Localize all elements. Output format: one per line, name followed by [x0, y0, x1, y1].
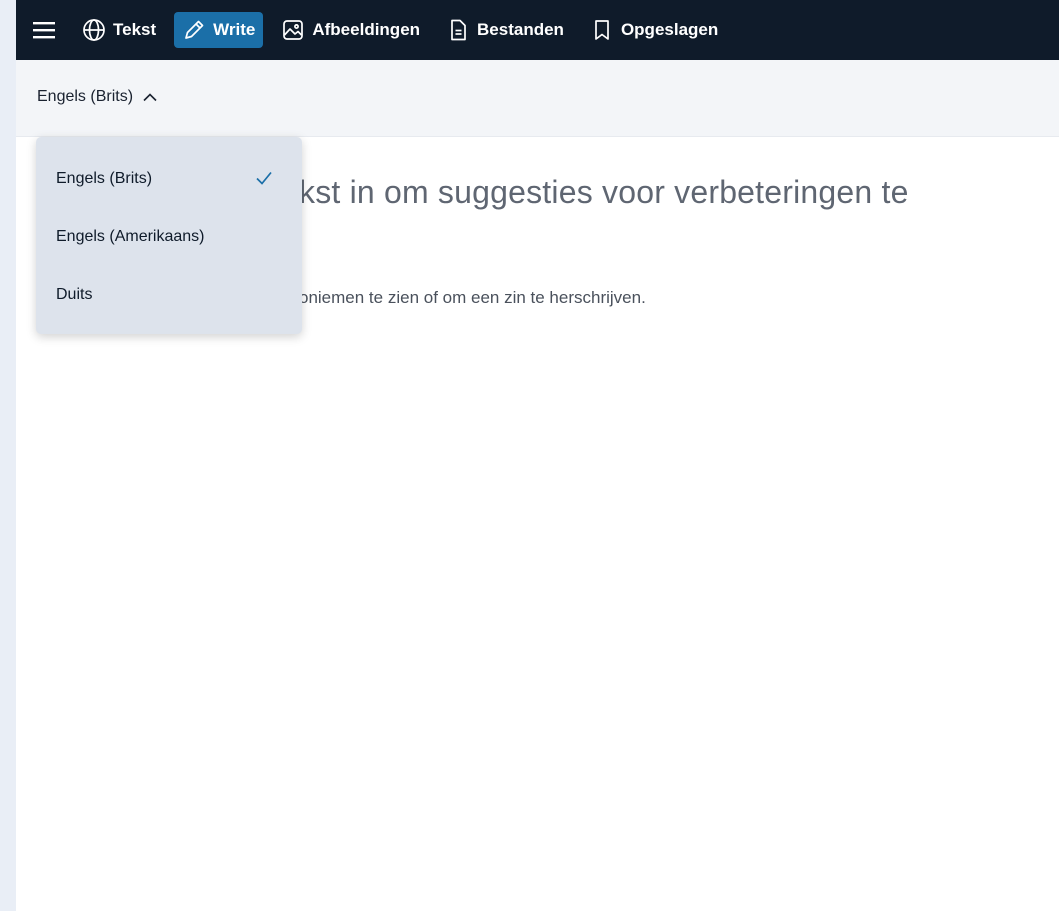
tab-label: Bestanden — [477, 20, 564, 39]
chevron-up-icon — [143, 93, 157, 102]
tab-bestanden[interactable]: Bestanden — [438, 12, 572, 48]
top-navigation-bar: Tekst Write Afbeeldingen Bestanden Opges… — [16, 0, 1059, 60]
image-icon — [283, 20, 304, 40]
language-dropdown-menu: Engels (Brits) Engels (Amerikaans) Duits — [36, 137, 302, 334]
dropdown-option-label: Engels (Brits) — [56, 170, 153, 187]
dropdown-option-engels-brits[interactable]: Engels (Brits) — [36, 159, 302, 217]
tab-label: Write — [213, 20, 256, 39]
tab-opgeslagen[interactable]: Opgeslagen — [582, 12, 726, 48]
globe-icon — [83, 19, 105, 41]
tab-label: Afbeeldingen — [312, 20, 421, 39]
language-toolbar: Engels (Brits) — [16, 60, 1059, 137]
language-selector-label: Engels (Brits) — [37, 88, 134, 105]
tab-afbeeldingen[interactable]: Afbeeldingen — [273, 12, 428, 48]
document-icon — [451, 19, 466, 41]
tab-label: Opgeslagen — [620, 20, 719, 39]
pencil-icon — [185, 20, 204, 39]
tab-tekst[interactable]: Tekst — [74, 12, 164, 48]
editor-placeholder-hint: oniemen te zien of om een zin te herschr… — [299, 288, 646, 307]
dropdown-option-label: Duits — [56, 286, 93, 303]
tab-write[interactable]: Write — [174, 12, 264, 48]
bookmark-icon — [595, 20, 609, 40]
tab-label: Tekst — [113, 20, 157, 39]
language-selector[interactable]: Engels (Brits) — [37, 88, 158, 106]
checkmark-icon — [256, 171, 272, 185]
editor-placeholder-heading: kst in om suggesties voor verbeteringen … — [299, 174, 909, 210]
dropdown-option-duits[interactable]: Duits — [36, 275, 302, 333]
hamburger-menu-icon[interactable] — [26, 12, 62, 48]
dropdown-option-label: Engels (Amerikaans) — [56, 228, 205, 245]
dropdown-option-engels-amerikaans[interactable]: Engels (Amerikaans) — [36, 217, 302, 275]
